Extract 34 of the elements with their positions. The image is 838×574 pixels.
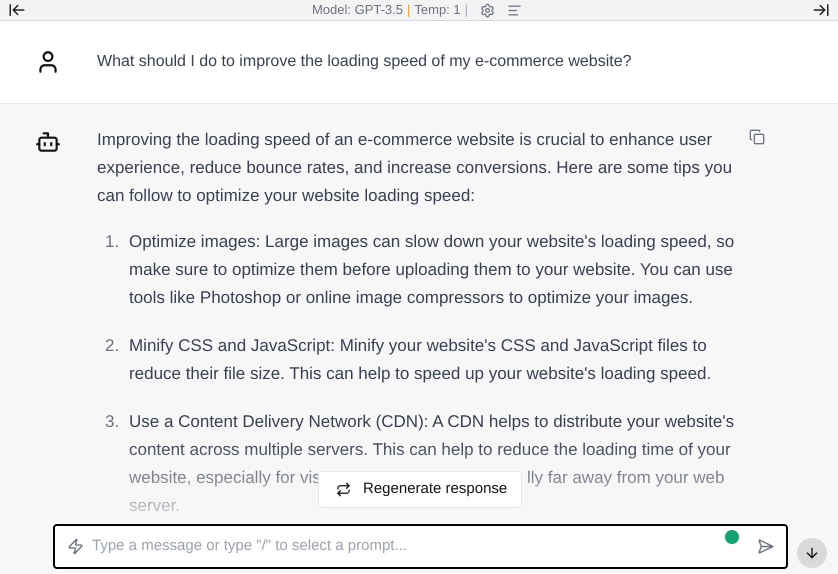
collapse-left-icon[interactable] — [8, 1, 26, 19]
answer-line: content across multiple servers. This can help to reduce the loading time of your — [129, 440, 731, 459]
answer-line: lly far away from your web — [527, 468, 724, 487]
answer-line: reduce their file size. This can help to speed up your website's loading speed. — [129, 364, 712, 383]
answer-line: Optimize images: Large images can slow down your website's loading speed, so — [129, 232, 734, 251]
lightning-icon[interactable] — [67, 538, 84, 555]
grammar-icon[interactable] — [723, 528, 741, 546]
scroll-down-button[interactable] — [797, 538, 827, 568]
expand-right-icon[interactable] — [812, 1, 830, 19]
answer-line: Minify CSS and JavaScript: Minify your website's CSS and JavaScript files to — [129, 336, 707, 355]
answer-line: tools like Photoshop or online image compressors to optimize your images. — [129, 288, 694, 307]
list-number: 2. — [104, 335, 120, 357]
model-label: Model: GPT-3.5 — [312, 1, 403, 20]
answer-line: Use a Content Delivery Network (CDN): A CDN helps to distribute your website's — [129, 412, 734, 431]
copy-icon[interactable] — [749, 129, 765, 145]
message-box[interactable]: Type a message or type "/" to select a prompt... — [53, 524, 788, 569]
arrow-down-icon — [804, 545, 820, 561]
answer-line: experience, reduce bounce rates, and increase conversions. Here are some tips you — [97, 157, 732, 179]
separator: | — [407, 1, 410, 20]
answer-line: make sure to optimize them before uploading them to your website. You can use — [129, 260, 733, 279]
temp-label: Temp: 1 — [414, 1, 461, 20]
list-number: 3. — [104, 411, 120, 433]
menu-icon[interactable] — [507, 2, 522, 18]
separator: | — [464, 1, 468, 20]
user-message: What should I do to improve the loading speed of my e-commerce website? — [97, 52, 632, 72]
list-number: 1. — [104, 231, 120, 253]
regenerate-icon — [336, 482, 351, 497]
answer-line: Improving the loading speed of an e-commerce website is crucial to enhance user — [97, 129, 712, 151]
answer-line: can follow to optimize your website loading speed: — [97, 185, 475, 207]
settings-icon[interactable] — [480, 2, 496, 18]
send-icon[interactable] — [757, 538, 774, 555]
message-input[interactable]: Type a message or type "/" to select a prompt... — [92, 535, 723, 558]
answer-line: server. — [129, 496, 180, 515]
regenerate-button[interactable]: Regenerate response — [318, 471, 522, 508]
